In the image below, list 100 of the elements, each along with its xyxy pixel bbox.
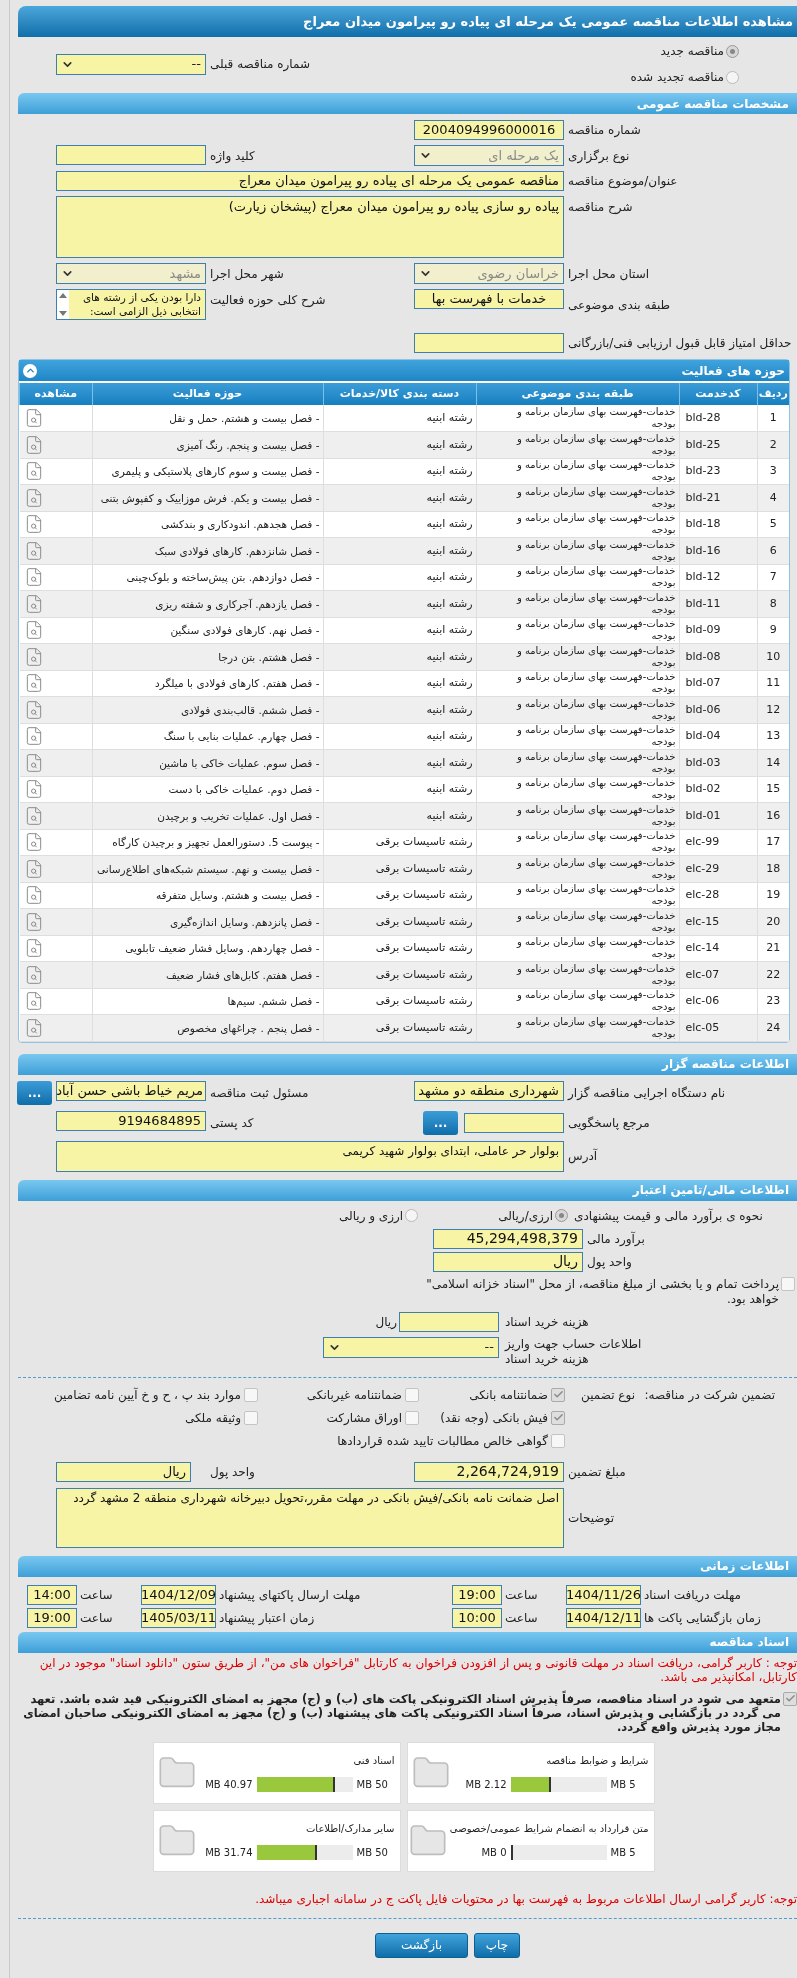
radio-button[interactable]	[726, 44, 739, 58]
table-cell: 20	[757, 908, 789, 935]
table-cell: elc-99	[679, 829, 757, 856]
radio-label: ارزی و ریالی	[339, 1207, 404, 1225]
field-label: تضمین شرکت در مناقصه:	[643, 1386, 775, 1404]
text-area[interactable]: بولوار حر عاملی، ابتدای بولوار شهید کریمی	[56, 1140, 564, 1172]
input-field[interactable]: 1404/12/09	[141, 1584, 216, 1605]
input-field[interactable]: 1404/12/11	[566, 1607, 641, 1628]
max-size: 5 MB	[610, 1778, 637, 1792]
radio-button[interactable]	[405, 1209, 419, 1222]
max-size: 5 MB	[610, 1846, 637, 1860]
table-cell: 21	[757, 935, 789, 962]
table-cell: elc-05	[679, 1014, 757, 1041]
input-field[interactable]: 19:00	[452, 1584, 502, 1605]
radio-button[interactable]	[555, 1209, 568, 1222]
table-cell: خدمات-فهرست بهای سازمان برنامه و بودجه	[476, 855, 679, 882]
text-area[interactable]: اصل ضمانت نامه بانکی/فیش بانکی در مهلت مقرر،تحویل دبیرخانه شهرداری منطقه 2 مشهد گردد	[56, 1487, 564, 1548]
input-field[interactable]	[414, 333, 564, 353]
max-size: 50 MB	[356, 1846, 389, 1860]
list-box[interactable]: دارا بودن یکی از رشته های انتخابی ذیل الزامی است:	[56, 289, 206, 320]
table-cell: 3	[757, 458, 789, 485]
table-cell: رشته ابنیه	[323, 802, 476, 829]
table-cell: خدمات-فهرست بهای سازمان برنامه و بودجه	[476, 590, 679, 617]
checkbox-label: ضمانتنامه بانکی	[469, 1386, 548, 1404]
checkbox[interactable]	[405, 1410, 419, 1425]
input-field[interactable]	[56, 145, 206, 165]
text-area[interactable]: پیاده رو سازی پیاده رو پیرامون میدان معراج (پیشخان زیارت)	[56, 196, 564, 258]
table-cell: رشته تاسیسات برقی	[323, 829, 476, 856]
action-button[interactable]: چاپ	[474, 1932, 520, 1958]
checkbox[interactable]	[244, 1387, 258, 1402]
field-label: ساعت	[80, 1609, 114, 1627]
table-cell: elc-07	[679, 961, 757, 988]
table-cell: - فصل پنجم . چراغهای مخصوص	[92, 1014, 323, 1041]
radio-button[interactable]	[726, 70, 739, 84]
input-field[interactable]: 2,264,724,919	[414, 1461, 564, 1482]
field-label: شماره مناقصه	[568, 122, 642, 139]
input-field[interactable]: 9194684895	[56, 1110, 206, 1131]
file-title: اسناد فنی	[352, 1754, 395, 1768]
table-cell: خدمات-فهرست بهای سازمان برنامه و بودجه	[476, 431, 679, 458]
field-label: هزینه خرید اسناد	[504, 1313, 590, 1331]
checkbox[interactable]	[783, 1691, 797, 1706]
checkbox[interactable]	[781, 1276, 795, 1291]
input-field[interactable]: ریال	[433, 1251, 583, 1272]
checkbox[interactable]	[551, 1433, 565, 1448]
table-cell: bld-01	[679, 802, 757, 829]
checkbox-label: گواهی خالص مطالبات تایید شده قراردادها	[337, 1432, 548, 1450]
section-header: اطلاعات مالی/تامین اعتبار	[18, 1179, 797, 1201]
file-title: متن قرارداد به انضمام شرایط عمومی/خصوصی	[449, 1822, 649, 1836]
input-field[interactable]: 45,294,498,379	[433, 1228, 583, 1249]
input-field[interactable]: مریم خیاط باشی حسن آباد	[56, 1080, 206, 1101]
table-cell: bld-06	[679, 696, 757, 723]
field-label: مبلغ تضمین	[568, 1463, 627, 1481]
input-field[interactable]: 10:00	[452, 1607, 502, 1628]
checkbox[interactable]	[551, 1387, 565, 1402]
table-cell: - فصل چهارم. عملیات بنایی با سنگ	[92, 723, 323, 750]
table-cell: خدمات-فهرست بهای سازمان برنامه و بودجه	[476, 988, 679, 1015]
check-icon	[784, 1693, 796, 1704]
check-icon	[552, 1389, 564, 1400]
input-field[interactable]: ریال	[56, 1461, 191, 1482]
input-field[interactable]: 19:00	[27, 1607, 77, 1628]
table-cell: رشته ابنیه	[323, 617, 476, 644]
table-cell: bld-11	[679, 590, 757, 617]
input-field[interactable]: 1404/11/26	[566, 1584, 641, 1605]
input-field[interactable]: 14:00	[27, 1584, 77, 1605]
table-cell: - فصل پانزدهم. وسایل اندازه‌گیری	[92, 908, 323, 935]
collapse-toggle[interactable]	[23, 363, 37, 378]
table-cell: 24	[757, 1014, 789, 1041]
section-header: اطلاعات زمانی	[18, 1555, 797, 1577]
used-size: 0 MB	[481, 1846, 507, 1860]
input-field[interactable]: 2004094996000016	[414, 120, 564, 140]
input-field[interactable]: شهرداری منطقه دو مشهد	[414, 1080, 564, 1101]
checkbox[interactable]	[551, 1410, 565, 1425]
table-cell: خدمات-فهرست بهای سازمان برنامه و بودجه	[476, 696, 679, 723]
input-field[interactable]: مناقصه عمومی یک مرحله ای پیاده رو پیرامون میدان معراج	[56, 171, 564, 191]
table-cell: خدمات-فهرست بهای سازمان برنامه و بودجه	[476, 670, 679, 697]
table-cell: - فصل بیست و پنجم. رنگ آمیزی	[92, 431, 323, 458]
input-field[interactable]: 1405/03/11	[141, 1607, 216, 1628]
table-cell: - فصل شانزدهم. کارهای فولادی سبک	[92, 537, 323, 564]
section-header: مشخصات مناقصه عمومی	[18, 93, 797, 114]
input-field[interactable]	[464, 1112, 564, 1133]
notice-text: توجه : کاربر گرامی، دریافت اسناد در مهلت قانونی و پس از افزودن فراخوان به کارتابل "فراخوان های من"، از طریق ستون "دانلود اسناد" موجود در این کارتابل، امکانپذیر می باشد.	[38, 1655, 797, 1684]
table-cell: رشته ابنیه	[323, 643, 476, 670]
input-field[interactable]	[399, 1311, 499, 1332]
checkbox[interactable]	[405, 1387, 419, 1402]
field-label: نام دستگاه اجرایی مناقصه گزار	[568, 1084, 727, 1102]
section-header[interactable]: حوزه های فعالیت	[19, 360, 789, 381]
dropdown[interactable]: --	[56, 53, 206, 75]
table-cell: 9	[757, 617, 789, 644]
table-cell: رشته تاسیسات برقی	[323, 961, 476, 988]
action-button[interactable]: بازگشت	[375, 1932, 468, 1958]
table-cell: 22	[757, 961, 789, 988]
lookup-button[interactable]: ...	[17, 1080, 52, 1105]
table-cell: bld-08	[679, 643, 757, 670]
dropdown[interactable]: --	[323, 1336, 499, 1358]
lookup-button[interactable]: ...	[423, 1110, 458, 1135]
input-field[interactable]: خدمات با فهرست بها	[414, 289, 564, 309]
table-cell: رشته ابنیه	[323, 776, 476, 803]
checkbox[interactable]	[244, 1410, 258, 1425]
table-cell: - فصل دوم. عملیات خاکی با دست	[92, 776, 323, 803]
field-label: استان محل اجرا	[568, 265, 651, 283]
